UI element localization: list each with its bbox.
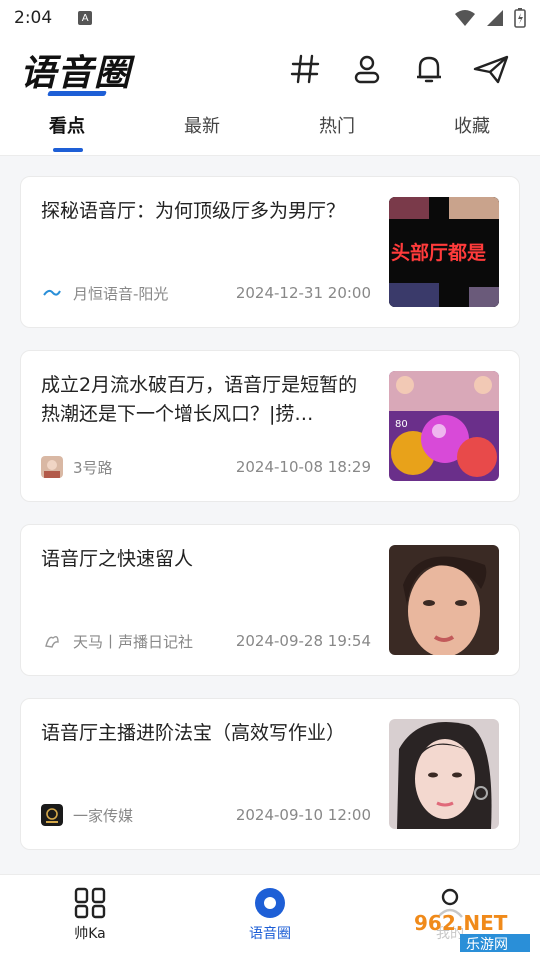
header-actions <box>286 50 510 88</box>
article-thumbnail <box>389 719 499 829</box>
battery-icon <box>514 8 526 28</box>
tab-bar: 看点 最新 热门 收藏 <box>0 112 540 156</box>
article-card[interactable]: 成立2月流水破百万，语音厅是短暂的热潮还是下一个增长风口？|捞… 3号路 202… <box>20 350 520 502</box>
article-meta: 3号路 2024-10-08 18:29 <box>41 456 371 478</box>
article-title: 探秘语音厅：为何顶级厅多为男厅？ <box>41 200 346 222</box>
app-logo: 语音圈 <box>20 53 132 94</box>
article-card[interactable]: 探秘语音厅：为何顶级厅多为男厅？ 月恒语音-阳光 2024-12-31 20:0… <box>20 176 520 328</box>
source-avatar <box>41 804 63 826</box>
send-icon[interactable] <box>472 50 510 88</box>
article-source: 月恒语音-阳光 <box>73 284 169 303</box>
site-watermark: 962.NET 乐游网 <box>404 906 536 956</box>
tab-kandian[interactable]: 看点 <box>49 112 85 138</box>
app-header: 语音圈 看点 最新 热门 收藏 <box>0 36 540 156</box>
source-avatar <box>41 630 63 652</box>
article-title: 语音厅之快速留人 <box>41 548 194 570</box>
nav-label: 语音圈 <box>249 926 291 942</box>
article-time: 2024-12-31 20:00 <box>235 284 371 302</box>
article-card[interactable]: 语音厅主播进阶法宝（高效写作业） 一家传媒 2024-09-10 12:00 <box>20 698 520 850</box>
article-thumbnail: 80 <box>389 371 499 481</box>
voice-circle-icon <box>255 888 285 918</box>
hash-icon[interactable] <box>286 50 324 88</box>
article-source: 一家传媒 <box>73 806 134 825</box>
thumbnail-caption: 80 <box>395 419 408 430</box>
article-thumbnail <box>389 545 499 655</box>
article-time: 2024-09-28 19:54 <box>235 632 371 650</box>
svg-text:962.NET: 962.NET <box>414 911 508 935</box>
article-source: 3号路 <box>73 458 113 477</box>
bottom-nav: 帅Ka 语音圈 我的 962.NET 乐游网 <box>0 874 540 960</box>
article-source: 天马丨声播日记社 <box>73 632 194 651</box>
source-avatar <box>41 282 63 304</box>
tab-favorites[interactable]: 收藏 <box>454 112 490 138</box>
nav-shuaika[interactable]: 帅Ka <box>50 887 130 943</box>
article-title: 成立2月流水破百万，语音厅是短暂的热潮还是下一个增长风口？|捞… <box>41 374 358 425</box>
logo-underline <box>47 91 107 96</box>
status-time: 2:04 <box>14 8 53 28</box>
active-tab-indicator <box>53 148 83 152</box>
article-meta: 一家传媒 2024-09-10 12:00 <box>41 804 371 826</box>
nav-voice-circle[interactable]: 语音圈 <box>230 887 310 943</box>
signal-icon <box>487 10 503 26</box>
article-time: 2024-10-08 18:29 <box>235 458 371 476</box>
article-card[interactable]: 语音厅之快速留人 天马丨声播日记社 2024-09-28 19:54 <box>20 524 520 676</box>
nav-label: 帅Ka <box>74 926 106 942</box>
svg-text:乐游网: 乐游网 <box>466 937 508 953</box>
tab-latest[interactable]: 最新 <box>184 112 220 138</box>
article-title: 语音厅主播进阶法宝（高效写作业） <box>41 722 346 744</box>
source-avatar <box>41 456 63 478</box>
grid-icon <box>74 887 106 919</box>
user-icon[interactable] <box>348 50 386 88</box>
article-meta: 月恒语音-阳光 2024-12-31 20:00 <box>41 282 371 304</box>
bell-icon[interactable] <box>410 50 448 88</box>
article-meta: 天马丨声播日记社 2024-09-28 19:54 <box>41 630 371 652</box>
article-time: 2024-09-10 12:00 <box>235 806 371 824</box>
notification-a-icon: A <box>78 11 93 25</box>
thumbnail-caption: 头部厅都是 <box>391 241 486 264</box>
status-bar: 2:04 A <box>0 0 540 36</box>
article-thumbnail: 头部厅都是 <box>389 197 499 307</box>
tab-hot[interactable]: 热门 <box>319 112 355 138</box>
article-feed: 探秘语音厅：为何顶级厅多为男厅？ 月恒语音-阳光 2024-12-31 20:0… <box>20 176 520 872</box>
wifi-icon <box>455 10 475 26</box>
